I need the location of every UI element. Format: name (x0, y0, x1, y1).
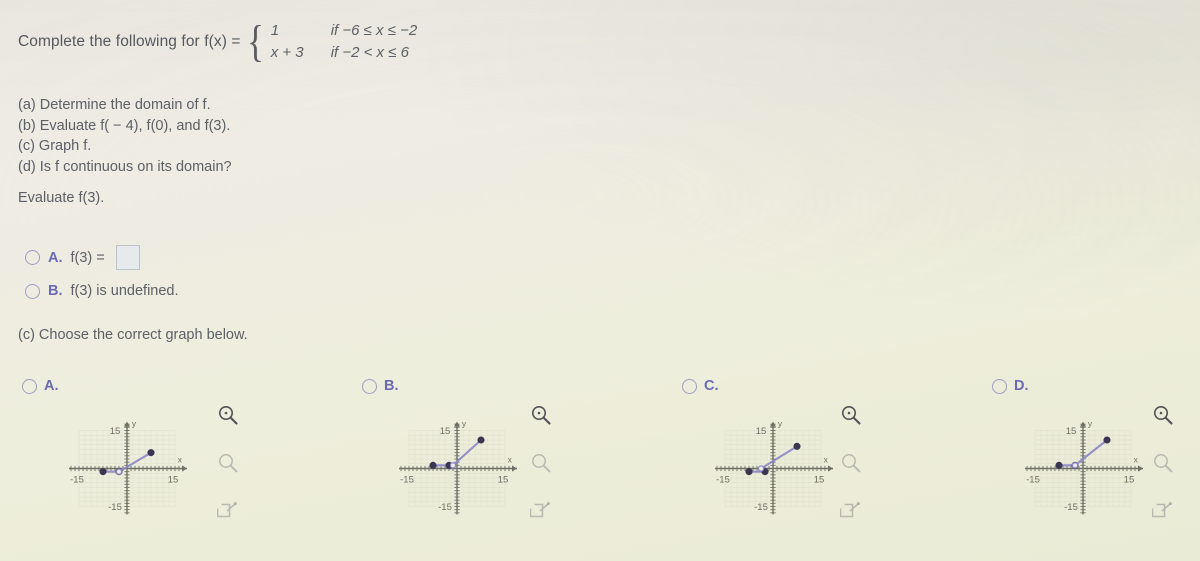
evaluate-instruction: Evaluate f(3). (18, 190, 105, 206)
zoom-in-icon[interactable] (530, 404, 552, 426)
zoom-in-icon[interactable] (840, 404, 862, 426)
graph-option-b-header[interactable]: B. (362, 378, 652, 394)
radio-button-a[interactable] (25, 250, 40, 265)
choice-a-text: f(3) = (70, 249, 105, 266)
case-1-condition: if −6 ≤ x ≤ −2 (330, 22, 418, 39)
graph-option-c[interactable]: C. -15 15 15 -15 x y (682, 378, 972, 553)
svg-text:-15: -15 (70, 475, 84, 486)
graph-option-d[interactable]: D. -15 15 15 -15 x y (992, 378, 1200, 553)
open-in-new-icon[interactable] (217, 500, 239, 522)
piecewise-case-2: x + 3 if −2 < x ≤ 6 (271, 44, 418, 61)
svg-text:-15: -15 (108, 502, 122, 513)
answer-choice-b[interactable]: B. f(3) is undefined. (25, 283, 179, 299)
svg-text:-15: -15 (1064, 502, 1078, 513)
graph-option-d-letter: D. (1014, 378, 1029, 394)
svg-text:-15: -15 (754, 502, 768, 513)
svg-text:x: x (824, 455, 829, 465)
svg-text:15: 15 (1124, 475, 1135, 486)
svg-text:-15: -15 (716, 475, 730, 486)
svg-text:y: y (1088, 419, 1093, 429)
graph-c-icon-column (840, 404, 862, 522)
graph-canvas-c: -15 15 15 -15 x y (704, 406, 854, 531)
problem-part-a: (a) Determine the domain of f. (18, 97, 211, 113)
svg-text:-15: -15 (400, 475, 414, 486)
magnifier-icon[interactable] (1152, 452, 1174, 474)
svg-text:y: y (132, 419, 137, 429)
svg-text:x: x (178, 455, 183, 465)
piecewise-case-1: 1 if −6 ≤ x ≤ −2 (271, 22, 418, 39)
svg-text:x: x (508, 455, 513, 465)
graph-option-c-letter: C. (704, 378, 719, 394)
answer-input-box-a[interactable] (115, 245, 140, 270)
svg-text:15: 15 (814, 475, 825, 486)
graph-canvas-a: -15 15 15 -15 x y (58, 406, 208, 531)
graph-a-icon-column (217, 404, 239, 522)
magnifier-icon[interactable] (217, 452, 239, 474)
graph-option-d-header[interactable]: D. (992, 378, 1200, 394)
problem-part-b: (b) Evaluate f( − 4), f(0), and f(3). (18, 117, 231, 134)
graph-d-icon-column (1152, 404, 1174, 522)
graph-option-c-header[interactable]: C. (682, 378, 972, 394)
radio-button-b[interactable] (25, 283, 40, 299)
radio-button-graph-d[interactable] (992, 378, 1007, 394)
answer-choice-a[interactable]: A. f(3) = (25, 245, 140, 270)
magnifier-icon[interactable] (840, 452, 862, 474)
graph-option-a[interactable]: A. -15 15 15 -15 x y (22, 378, 312, 553)
case-2-expression: x + 3 (270, 44, 304, 61)
piecewise-definition: { 1 if −6 ≤ x ≤ −2 x + 3 if −2 < x ≤ 6 (245, 16, 418, 66)
svg-text:15: 15 (498, 475, 509, 486)
graph-canvas-b: -15 15 15 -15 x y (388, 406, 538, 531)
choose-graph-prompt: (c) Choose the correct graph below. (18, 327, 248, 343)
open-in-new-icon[interactable] (530, 500, 552, 522)
choice-b-text: f(3) is undefined. (70, 283, 179, 299)
open-in-new-icon[interactable] (1152, 500, 1174, 522)
svg-text:-15: -15 (1026, 475, 1040, 486)
svg-text:15: 15 (756, 426, 767, 437)
svg-text:15: 15 (440, 426, 451, 437)
left-brace-glyph: { (246, 16, 264, 66)
graph-canvas-d: -15 15 15 -15 x y (1014, 406, 1164, 531)
svg-text:15: 15 (168, 475, 179, 486)
problem-part-d: (d) Is f continuous on its domain? (18, 158, 232, 175)
zoom-in-icon[interactable] (217, 404, 239, 426)
graph-option-b[interactable]: B. -15 15 15 -15 x y (362, 378, 652, 553)
zoom-in-icon[interactable] (1152, 404, 1174, 426)
choice-b-letter: B. (48, 283, 63, 299)
svg-text:y: y (462, 419, 467, 429)
case-2-condition: if −2 < x ≤ 6 (330, 44, 409, 61)
svg-text:15: 15 (110, 426, 121, 437)
svg-text:y: y (778, 419, 783, 429)
graph-option-a-letter: A. (44, 378, 59, 394)
problem-statement: Complete the following for f(x) = { 1 if… (18, 16, 418, 66)
magnifier-icon[interactable] (530, 452, 552, 474)
choice-a-letter: A. (48, 249, 63, 266)
radio-button-graph-b[interactable] (362, 378, 377, 394)
svg-text:15: 15 (1066, 426, 1077, 437)
svg-text:-15: -15 (438, 502, 452, 513)
problem-parts-list: (a) Determine the domain of f. (b) Evalu… (18, 95, 232, 177)
problem-lead-text: Complete the following for f(x) = (18, 32, 241, 50)
svg-text:x: x (1134, 455, 1139, 465)
graph-b-icon-column (530, 404, 552, 522)
radio-button-graph-a[interactable] (22, 378, 37, 394)
radio-button-graph-c[interactable] (682, 378, 697, 394)
case-1-expression: 1 (270, 22, 280, 39)
graph-option-a-header[interactable]: A. (22, 378, 312, 394)
graph-option-b-letter: B. (384, 378, 399, 394)
problem-part-c: (c) Graph f. (18, 138, 92, 154)
open-in-new-icon[interactable] (840, 500, 862, 522)
